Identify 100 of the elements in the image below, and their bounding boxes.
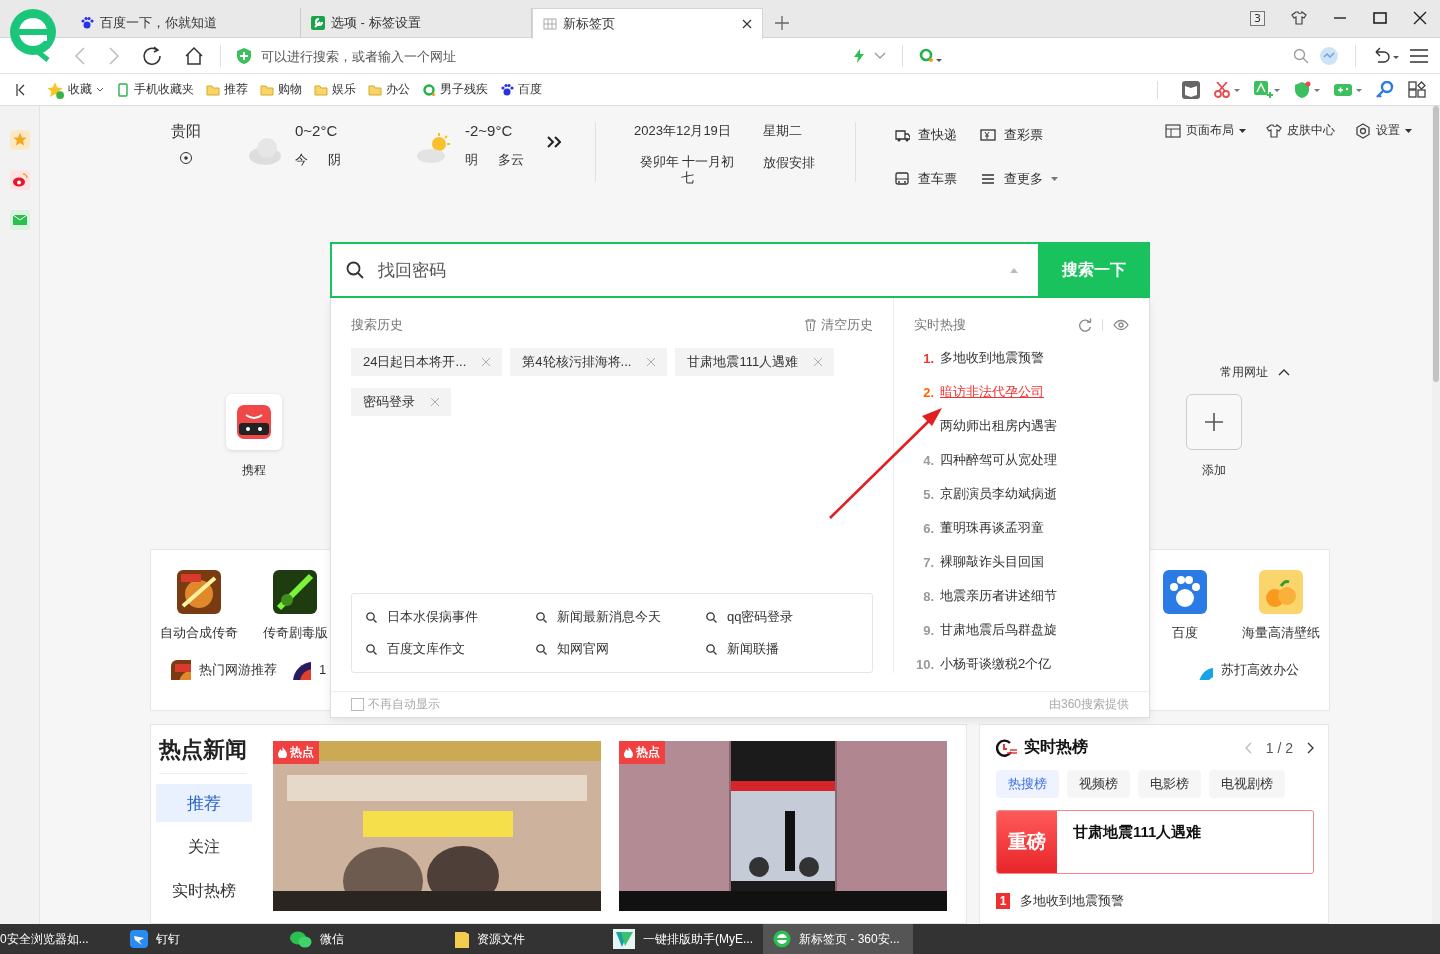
fruit-icon[interactable] [1259,569,1303,614]
next-icon[interactable] [1307,741,1314,754]
apps-icon[interactable] [1408,80,1426,99]
wallet-shield-icon[interactable] [1294,80,1320,99]
news-tab[interactable]: 关注 [156,828,252,866]
translate-icon[interactable] [1254,80,1280,99]
history-chip[interactable]: 甘肃地震111人遇难 [675,348,835,377]
page-menu-item[interactable]: 皮肤中心 [1266,122,1335,139]
collapse-sidebar-icon[interactable] [16,83,26,96]
close-icon[interactable] [1413,11,1427,25]
suggestion-item[interactable]: 百度文库作文 [366,640,536,659]
taskbar-item[interactable]: 新标签页 - 360安... [763,924,913,954]
weibo-icon[interactable] [9,170,30,190]
clear-history-button[interactable]: 清空历史 [805,316,873,335]
app-link[interactable]: 热门网游推荐 [171,659,277,680]
featured-card[interactable]: 重磅 甘肃地震111人遇难 [996,810,1314,874]
game-icon[interactable] [171,659,191,680]
taskbar-item[interactable]: 资源文件 [445,924,603,954]
news-tab[interactable]: 推荐 [156,784,252,822]
app-shortcut[interactable]: 海量高清壁纸 [1233,569,1329,642]
frequent-sites-toggle[interactable]: 常用网址 [1220,364,1290,382]
paw-icon[interactable] [1163,569,1207,614]
sync-icon[interactable] [1319,46,1339,66]
hot-search-item[interactable]: 7. 裸聊敲诈头目回国 [914,552,1129,573]
bookmark-item[interactable]: 男子残疾 [422,81,488,98]
search-icon[interactable] [1293,48,1309,64]
ranking-tab[interactable]: 视频榜 [1067,770,1130,798]
history-chip[interactable]: 密码登录 [351,388,451,417]
orb-icon[interactable] [291,659,311,680]
hot-list-item[interactable]: 多地收到地震预警 [1020,892,1124,910]
tab-count[interactable]: 3 [1250,10,1265,26]
key-icon[interactable] [1376,80,1394,99]
scissors-icon[interactable] [1214,81,1240,98]
book-icon[interactable] [1182,80,1200,99]
suggestion-item[interactable]: 新闻最新消息今天 [536,608,706,627]
app-shortcut[interactable]: 百度 [1137,569,1233,642]
new-tab-icon[interactable] [775,16,789,30]
chevron-down-icon[interactable] [874,52,886,60]
location-icon[interactable] [180,151,192,165]
reload-icon[interactable] [142,46,162,66]
hot-search-item[interactable]: 4. 四种醉驾可从宽处理 [914,450,1129,471]
scrollbar-thumb[interactable] [1433,106,1439,382]
app-shortcut[interactable]: 传奇剧毒版 [247,569,343,642]
gamepad-icon[interactable] [1334,81,1362,98]
ranking-tab[interactable]: 热搜榜 [996,770,1059,798]
suggestion-item[interactable]: qq密码登录 [706,608,858,627]
bookmark-item[interactable]: 购物 [260,81,302,98]
app-link[interactable]: 苏打高效办公 [1193,659,1299,680]
taskbar-item[interactable]: 钉钉 [120,924,280,954]
tool-link[interactable]: 查车票 [894,170,980,188]
lightning-icon[interactable] [854,49,864,63]
page-menu-item[interactable]: 设置 [1355,122,1412,139]
suggestion-item[interactable]: 日本水俣病事件 [366,608,536,627]
ranking-tab[interactable]: 电视剧榜 [1209,770,1285,798]
search-input[interactable]: 找回密码 [376,259,998,282]
home-icon[interactable] [184,46,204,66]
bookmark-item[interactable]: 办公 [368,81,410,98]
history-chip[interactable]: 第4轮核污排海将... [510,348,668,377]
bookmark-item[interactable]: 百度 [500,81,542,98]
hot-search-item[interactable]: 6. 董明珠再谈孟羽童 [914,518,1129,539]
menu-icon[interactable] [1410,48,1428,64]
refresh-icon[interactable] [1078,318,1092,333]
address-field[interactable]: 可以进行搜索，或者输入一个网址 [259,47,819,65]
hot-search-item[interactable]: 8. 地震亲历者讲述细节 [914,586,1129,607]
taskbar-item[interactable]: 0安全浏览器如... [0,924,120,954]
taskbar-item[interactable]: 一键排版助手(MyE... [603,924,763,954]
hot-search-item[interactable]: 1. 多地收到地震预警 [914,348,1129,369]
tool-link[interactable]: 查快递 [894,126,980,144]
bookmark-item[interactable]: 娱乐 [314,81,356,98]
holiday-link[interactable]: 放假安排 [763,154,833,186]
history-chip[interactable]: 24日起日本将开... [351,348,503,377]
search-engine-icon[interactable] [919,48,943,64]
search-field[interactable]: 找回密码 [330,242,1038,299]
app-shortcut[interactable]: 自动合成传奇 [151,569,247,642]
hot-search-item[interactable]: 10. 小杨哥谈缴税2个亿 [914,654,1129,675]
shirt-icon[interactable] [1291,10,1307,26]
tool-link[interactable]: 查更多 [980,170,1080,188]
game-icon[interactable] [273,569,317,614]
bookmark-item[interactable]: 手机收藏夹 [116,81,194,98]
hot-search-item[interactable]: 5. 京剧演员李幼斌病逝 [914,484,1129,505]
news-tab[interactable]: 实时热榜 [156,872,252,910]
hot-search-item[interactable]: 两幼师出租房内遇害 [914,416,1129,437]
tool-link[interactable]: 查彩票 [980,126,1080,144]
mail-icon[interactable] [9,210,30,230]
hot-search-item[interactable]: 2. 暗访非法代孕公司 [914,382,1129,403]
eye-icon[interactable] [1113,319,1129,332]
app-link[interactable]: 1 [291,659,327,680]
close-icon[interactable] [742,19,752,29]
game-icon[interactable] [177,569,221,614]
hot-search-item[interactable]: 9. 甘肃地震后鸟群盘旋 [914,620,1129,641]
ranking-tab[interactable]: 电影榜 [1138,770,1201,798]
suggestion-item[interactable]: 新闻联播 [706,640,858,659]
bookmark-item[interactable]: 收藏 [46,80,104,99]
browser-tab[interactable]: 新标签页 [532,8,763,39]
maximize-icon[interactable] [1373,11,1387,25]
taskbar-item[interactable]: 微信 [280,924,445,954]
more-weather-icon[interactable] [547,136,561,148]
bookmark-item[interactable]: 推荐 [206,81,248,98]
suggestion-item[interactable]: 知网官网 [536,640,706,659]
page-menu-item[interactable]: 页面布局 [1165,122,1246,139]
